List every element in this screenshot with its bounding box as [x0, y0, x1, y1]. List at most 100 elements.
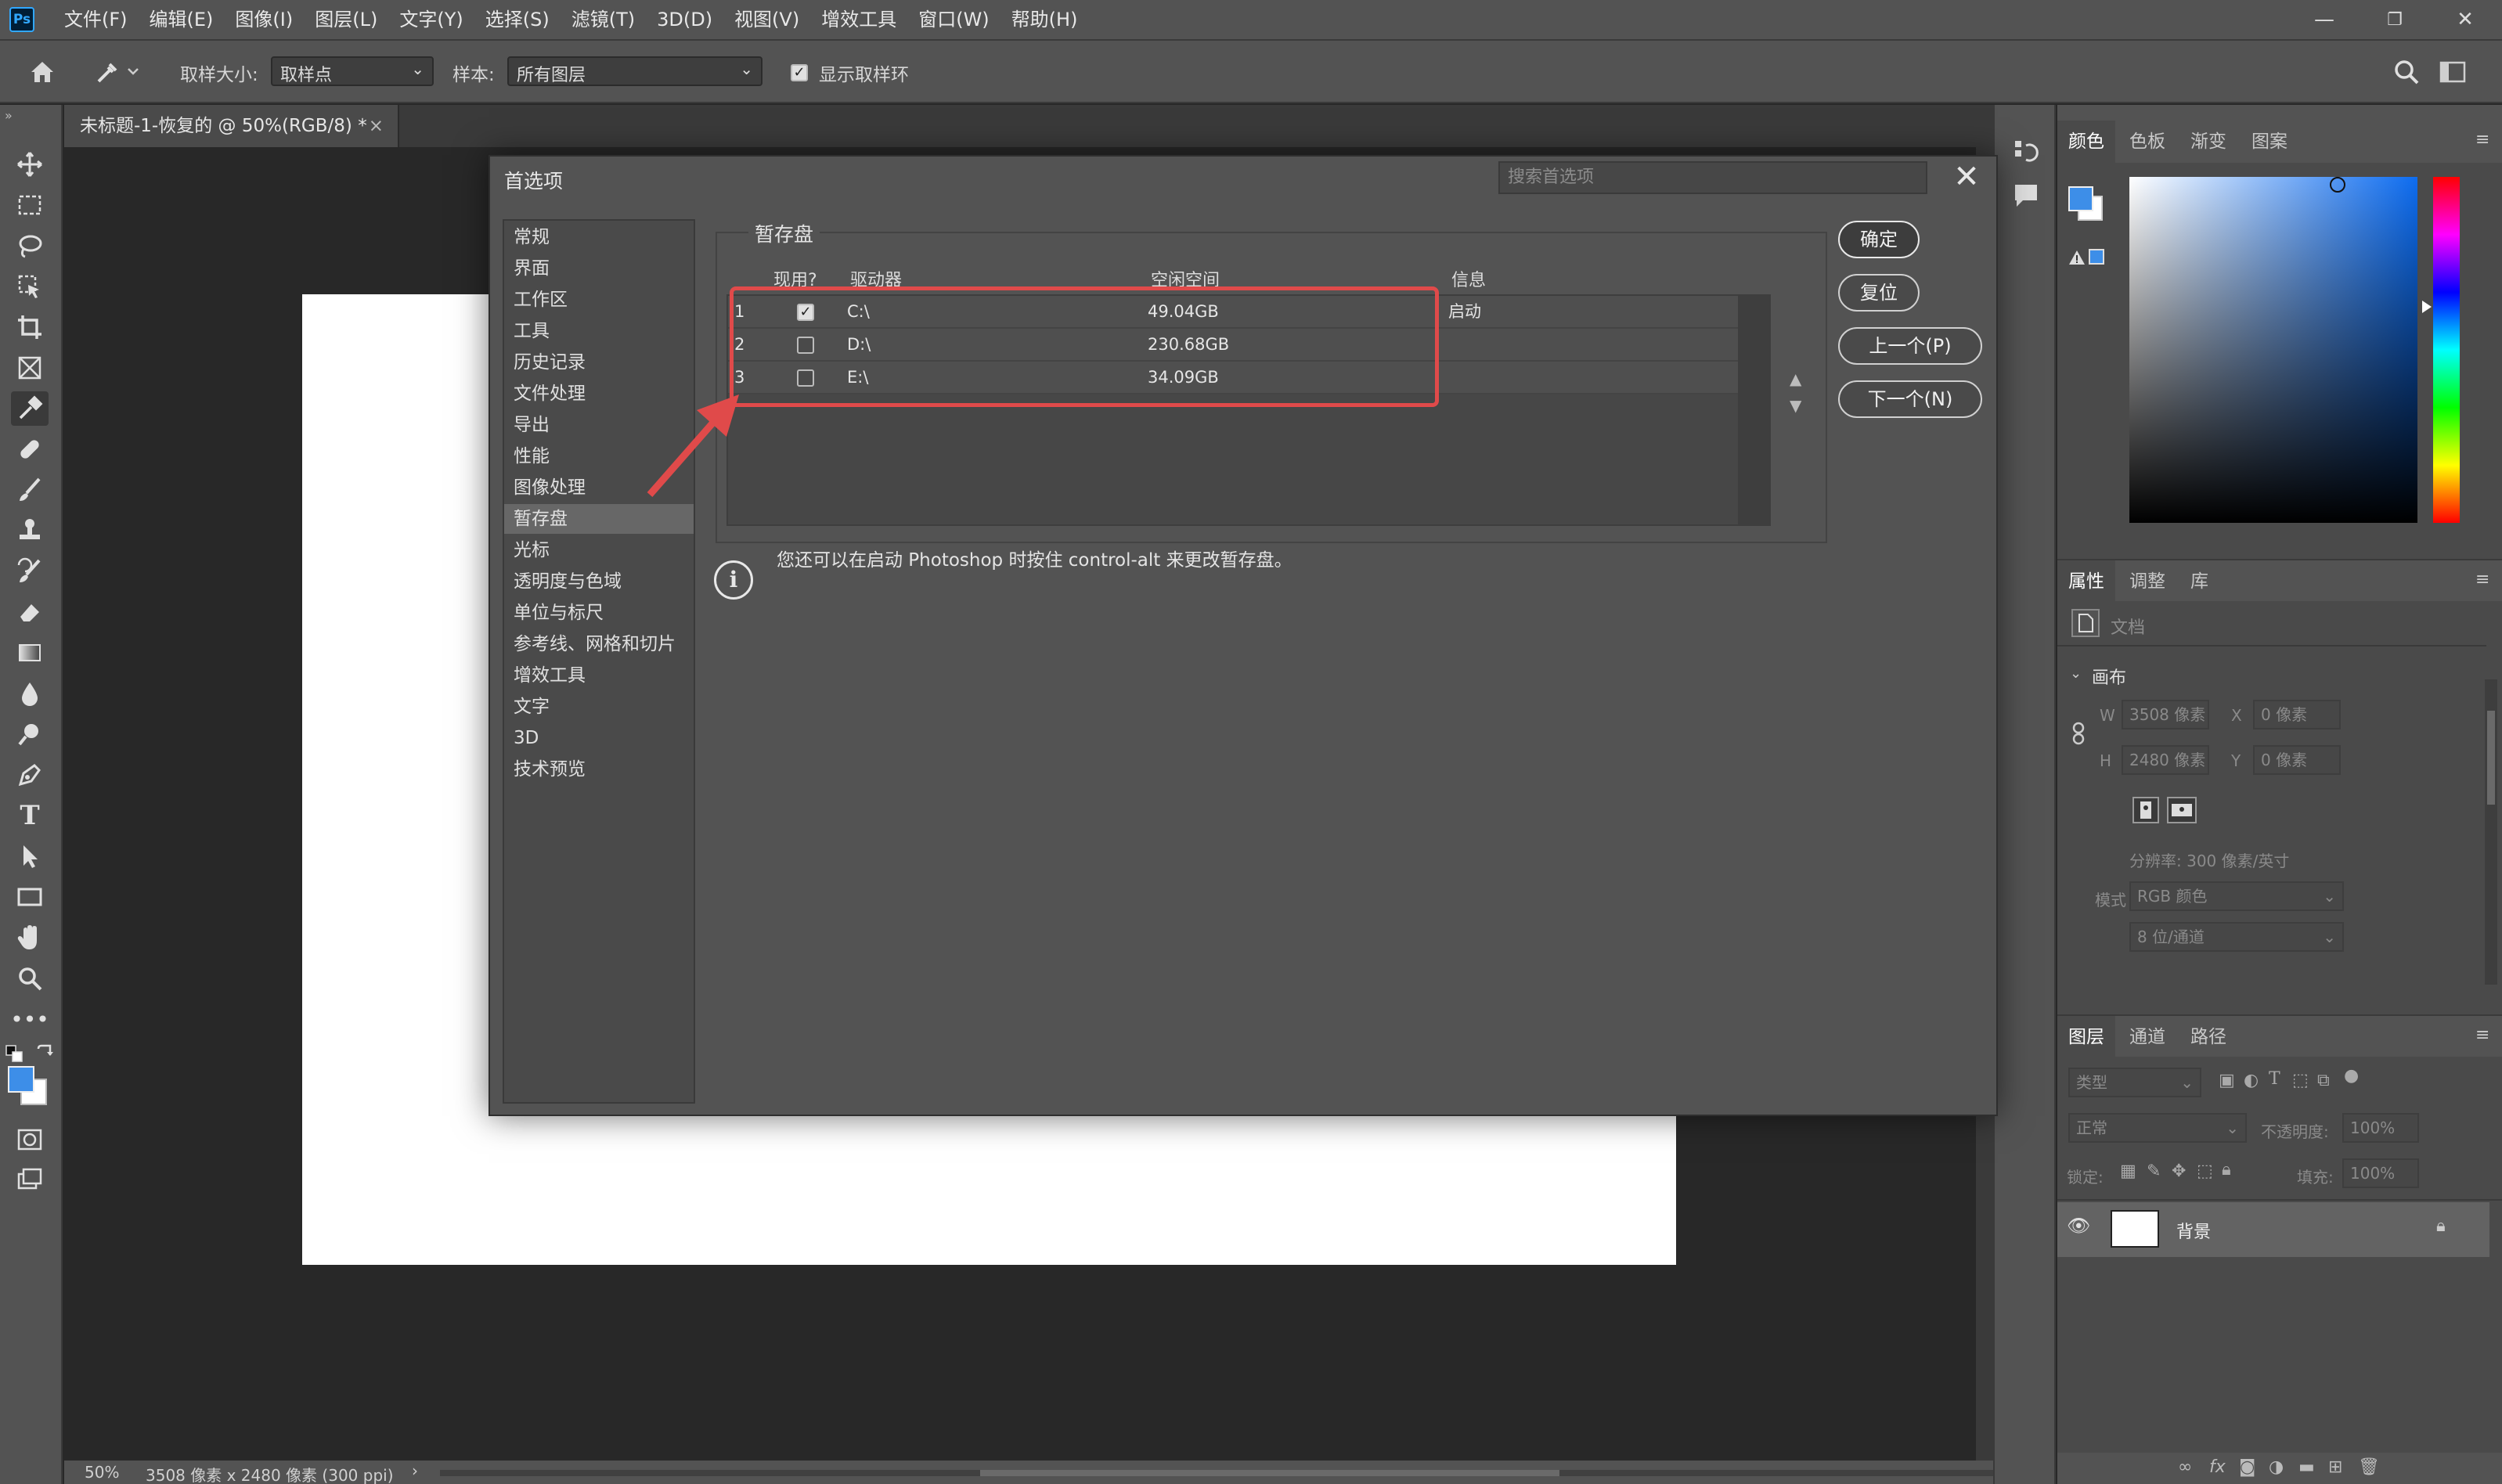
gradient-tool-icon[interactable]	[11, 636, 49, 670]
fill-field[interactable]: 100%	[2342, 1158, 2419, 1188]
lock-artboard-icon[interactable]: ⬚	[2197, 1162, 2213, 1181]
frame-tool-icon[interactable]	[11, 351, 49, 385]
stamp-tool-icon[interactable]	[11, 513, 49, 548]
next-button[interactable]: 下一个(N)	[1838, 380, 1982, 418]
lasso-tool-icon[interactable]	[11, 229, 49, 263]
ok-button[interactable]: 确定	[1838, 221, 1920, 258]
screen-mode-icon[interactable]	[11, 1163, 49, 1198]
default-colors-icon[interactable]	[5, 1044, 23, 1063]
landscape-orientation-icon[interactable]	[2167, 797, 2197, 823]
y-field[interactable]: 0 像素	[2253, 745, 2341, 775]
eyedropper-preset-icon[interactable]	[92, 56, 142, 88]
crop-tool-icon[interactable]	[11, 310, 49, 344]
layer-lock-icon[interactable]: 🔒︎	[2436, 1216, 2446, 1236]
width-field[interactable]: 3508 像素	[2122, 700, 2209, 729]
nav-scratch-disks[interactable]: 暂存盘	[504, 504, 694, 534]
lock-all-icon[interactable]: 🔒︎	[2222, 1160, 2231, 1180]
close-window-button[interactable]: ✕	[2430, 0, 2500, 39]
delete-layer-icon[interactable]: 🗑︎	[2358, 1457, 2380, 1477]
layer-kind-filter[interactable]: 类型 ⌄	[2068, 1068, 2201, 1097]
menu-image[interactable]: 图像(I)	[224, 0, 304, 39]
zoom-level[interactable]: 50%	[85, 1463, 119, 1482]
tab-patterns[interactable]: 图案	[2241, 121, 2298, 163]
eyedropper-tool-icon[interactable]	[11, 391, 49, 426]
menu-help[interactable]: 帮助(H)	[1000, 0, 1089, 39]
properties-scroll-thumb[interactable]	[2487, 711, 2495, 805]
blend-mode-select[interactable]: 正常 ⌄	[2068, 1113, 2247, 1143]
nav-3d[interactable]: 3D	[512, 723, 689, 753]
sample-select[interactable]: 所有图层 ⌄	[507, 56, 762, 86]
chevron-down-icon[interactable]: ⌄	[2070, 665, 2082, 682]
fx-icon[interactable]: fx	[2209, 1457, 2226, 1477]
menu-3d[interactable]: 3D(D)	[646, 0, 723, 39]
nav-transparency-gamut[interactable]: 透明度与色域	[512, 567, 689, 596]
nav-interface[interactable]: 界面	[512, 254, 689, 283]
blur-tool-icon[interactable]	[11, 676, 49, 711]
path-select-tool-icon[interactable]	[11, 839, 49, 873]
zoom-tool-icon[interactable]	[11, 961, 49, 996]
tab-layers[interactable]: 图层	[2057, 1016, 2115, 1058]
nav-history[interactable]: 历史记录	[512, 348, 689, 377]
collapse-icon[interactable]: »	[5, 108, 13, 123]
nav-cursors[interactable]: 光标	[512, 535, 689, 565]
history-panel-icon[interactable]	[2010, 136, 2042, 167]
tab-adjustments[interactable]: 调整	[2118, 560, 2176, 603]
type-tool-icon[interactable]: T	[11, 798, 49, 833]
filter-shape-icon[interactable]: ⬚	[2292, 1071, 2309, 1090]
workspace-icon[interactable]	[2438, 58, 2469, 86]
healing-brush-tool-icon[interactable]	[11, 432, 49, 466]
color-picker-ring[interactable]	[2330, 177, 2345, 193]
nav-plugins[interactable]: 增效工具	[512, 661, 689, 690]
menu-edit[interactable]: 编辑(E)	[139, 0, 225, 39]
nav-units-rulers[interactable]: 单位与标尺	[512, 598, 689, 628]
tab-color[interactable]: 颜色	[2057, 121, 2115, 163]
pen-tool-icon[interactable]	[11, 758, 49, 792]
dodge-tool-icon[interactable]	[11, 717, 49, 751]
nav-workspace[interactable]: 工作区	[512, 285, 689, 315]
foreground-color-swatch[interactable]	[8, 1066, 34, 1093]
lock-pixels-icon[interactable]: ✎	[2147, 1162, 2161, 1181]
filter-adjustment-icon[interactable]: ◐	[2244, 1071, 2259, 1090]
x-field[interactable]: 0 像素	[2253, 700, 2341, 729]
move-tool-icon[interactable]	[11, 147, 49, 182]
tab-channels[interactable]: 通道	[2118, 1016, 2176, 1058]
status-menu-icon[interactable]: ›	[412, 1461, 418, 1480]
link-layers-icon[interactable]: ∞	[2178, 1457, 2192, 1477]
portrait-orientation-icon[interactable]	[2132, 797, 2159, 823]
tab-properties[interactable]: 属性	[2057, 560, 2115, 603]
brush-tool-icon[interactable]	[11, 473, 49, 507]
table-scrollbar[interactable]	[1738, 296, 1769, 524]
mode-select[interactable]: RGB 颜色 ⌄	[2129, 881, 2344, 911]
sample-size-select[interactable]: 取样点 ⌄	[271, 56, 434, 86]
eye-icon[interactable]: 👁︎	[2067, 1215, 2090, 1237]
panel-menu-icon[interactable]: ≡	[2475, 1025, 2489, 1045]
menu-layer[interactable]: 图层(L)	[304, 0, 388, 39]
comments-panel-icon[interactable]	[2010, 180, 2042, 211]
opacity-field[interactable]: 100%	[2342, 1113, 2419, 1143]
web-safe-swatch[interactable]	[2089, 249, 2104, 265]
menu-plugins[interactable]: 增效工具	[810, 0, 907, 39]
menu-filter[interactable]: 滤镜(T)	[561, 0, 646, 39]
color-field[interactable]	[2129, 177, 2417, 523]
marquee-tool-icon[interactable]	[11, 188, 49, 222]
layer-name[interactable]: 背景	[2176, 1218, 2211, 1243]
horizontal-scrollbar[interactable]	[440, 1470, 2021, 1476]
height-field[interactable]: 2480 像素	[2122, 745, 2209, 775]
layer-row[interactable]: 👁︎ 背景 🔒︎	[2057, 1202, 2489, 1257]
lock-position-icon[interactable]: ✥	[2172, 1162, 2186, 1181]
hue-slider-handle[interactable]	[2422, 301, 2432, 313]
new-group-icon[interactable]: ▬	[2298, 1457, 2315, 1477]
lock-transparent-icon[interactable]: ▦	[2120, 1162, 2136, 1181]
menu-window[interactable]: 窗口(W)	[907, 0, 1000, 39]
menu-select[interactable]: 选择(S)	[474, 0, 561, 39]
panel-foreground-swatch[interactable]	[2068, 186, 2093, 211]
show-ring-checkbox[interactable]: ✓	[791, 64, 808, 81]
move-down-icon[interactable]: ▼	[1790, 396, 1801, 415]
nav-tools[interactable]: 工具	[512, 316, 689, 346]
history-brush-tool-icon[interactable]	[11, 554, 49, 589]
properties-scrollbar[interactable]	[2485, 679, 2497, 985]
home-icon[interactable]	[27, 56, 58, 88]
reset-button[interactable]: 复位	[1838, 274, 1920, 312]
tab-paths[interactable]: 路径	[2179, 1016, 2237, 1058]
nav-type[interactable]: 文字	[512, 692, 689, 722]
